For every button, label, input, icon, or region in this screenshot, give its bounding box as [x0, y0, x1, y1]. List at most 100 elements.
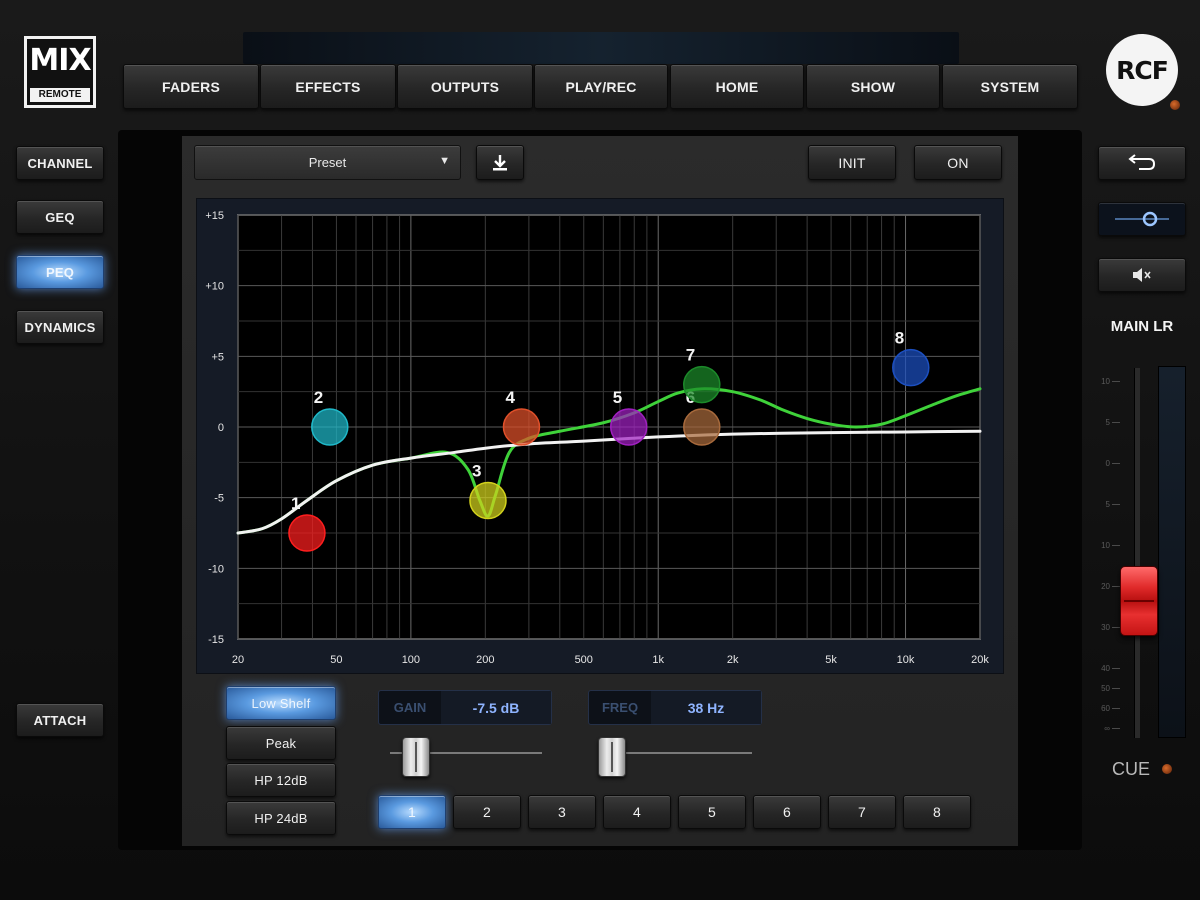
- fader-scale-label: 10: [1101, 377, 1110, 386]
- cue-led: [1162, 764, 1172, 774]
- rcf-logo: RCF: [1106, 34, 1178, 106]
- speaker-mute-icon: [1133, 268, 1151, 282]
- band-6-point[interactable]: [683, 408, 721, 446]
- band-1-label: 1: [291, 494, 300, 513]
- band-8-label: 8: [895, 329, 904, 348]
- on-button[interactable]: ON: [914, 145, 1002, 180]
- dynamics-button[interactable]: DYNAMICS: [16, 310, 104, 344]
- band-2-point[interactable]: [311, 408, 349, 446]
- band-1-button[interactable]: 1: [378, 795, 446, 829]
- nav-system[interactable]: SYSTEM: [942, 64, 1078, 109]
- band-7-label: 7: [686, 346, 695, 365]
- peq-button[interactable]: PEQ: [16, 255, 104, 289]
- x-tick-label: 500: [575, 654, 593, 666]
- band-2-button[interactable]: 2: [453, 795, 521, 829]
- band-2-label: 2: [314, 388, 323, 407]
- fader-scale-label: ∞: [1104, 724, 1110, 733]
- band-8-point[interactable]: [892, 348, 930, 387]
- fader-scale-label: 50: [1101, 684, 1110, 693]
- x-tick-label: 50: [330, 654, 342, 666]
- status-led: [1170, 100, 1180, 110]
- download-icon: [493, 154, 507, 170]
- band-4-button[interactable]: 4: [603, 795, 671, 829]
- gain-slider-knob[interactable]: [402, 737, 430, 777]
- band-8-button[interactable]: 8: [903, 795, 971, 829]
- y-tick-label: +10: [205, 281, 224, 293]
- x-tick-label: 100: [402, 654, 420, 666]
- nav-outputs[interactable]: OUTPUTS: [397, 64, 533, 109]
- band-5-button[interactable]: 5: [678, 795, 746, 829]
- logo-sub-text: REMOTE: [30, 88, 90, 102]
- filter-low-shelf-button[interactable]: Low Shelf: [226, 686, 336, 720]
- level-meter: [1158, 366, 1186, 738]
- fader-scale-tick: [1112, 728, 1120, 729]
- mix-remote-logo: MIX REMOTE: [24, 36, 96, 108]
- y-tick-label: -5: [214, 493, 224, 505]
- y-tick-label: 0: [218, 422, 224, 434]
- pan-control[interactable]: [1098, 202, 1186, 236]
- nav-faders[interactable]: FADERS: [123, 64, 259, 109]
- pan-slider-icon: [1115, 211, 1169, 227]
- attach-button[interactable]: ATTACH: [16, 703, 104, 737]
- band-3-point[interactable]: [469, 481, 507, 520]
- band-4-point[interactable]: [502, 408, 541, 446]
- main-fader-cap[interactable]: [1120, 566, 1158, 636]
- freq-slider-knob[interactable]: [598, 737, 626, 777]
- channel-name: MAIN LR: [1110, 318, 1174, 335]
- fader-scale-tick: [1112, 504, 1120, 505]
- fader-scale-tick: [1112, 668, 1120, 669]
- x-tick-label: 20k: [971, 654, 989, 666]
- return-arrow-icon: [1128, 154, 1156, 170]
- eq-graph[interactable]: 20 50 100 200 500 1k 2k 5k 10k 20k +15 +10 +5 0 -5 -10 -…: [196, 198, 1004, 674]
- preset-select[interactable]: Preset ▼: [194, 145, 461, 180]
- x-tick-label: 200: [476, 654, 494, 666]
- fader-scale-label: 0: [1105, 459, 1110, 468]
- fader-scale-label: 5: [1105, 418, 1110, 427]
- x-tick-label: 5k: [825, 654, 837, 666]
- nav-play-rec[interactable]: PLAY/REC: [534, 64, 668, 109]
- nav-home[interactable]: HOME: [670, 64, 804, 109]
- band-1-point[interactable]: [288, 514, 326, 552]
- mute-button[interactable]: [1098, 258, 1186, 292]
- y-tick-label: +15: [205, 210, 224, 222]
- band-7-point[interactable]: [683, 365, 721, 404]
- band-3-button[interactable]: 3: [528, 795, 596, 829]
- geq-button[interactable]: GEQ: [16, 200, 104, 234]
- fader-scale-label: 5: [1105, 500, 1110, 509]
- band-3-label: 3: [472, 461, 481, 480]
- nav-show[interactable]: SHOW: [806, 64, 940, 109]
- band-5-point[interactable]: [609, 408, 648, 446]
- chevron-down-icon: ▼: [439, 155, 450, 167]
- freq-label: FREQ: [601, 700, 639, 715]
- y-tick-label: +5: [211, 351, 224, 363]
- gain-readout: GAIN -7.5 dB: [378, 690, 552, 725]
- fader-track[interactable]: [1134, 368, 1140, 738]
- x-tick-label: 20: [232, 654, 244, 666]
- fader-scale-label: 40: [1101, 664, 1110, 673]
- fader-scale-label: 60: [1101, 704, 1110, 713]
- band-6-button[interactable]: 6: [753, 795, 821, 829]
- fader-scale-label: 10: [1101, 541, 1110, 550]
- freq-readout: FREQ 38 Hz: [588, 690, 762, 725]
- save-preset-button[interactable]: [476, 145, 524, 180]
- back-button[interactable]: [1098, 146, 1186, 180]
- fader-scale-tick: [1112, 545, 1120, 546]
- band-4-label: 4: [505, 388, 515, 407]
- channel-button[interactable]: CHANNEL: [16, 146, 104, 180]
- fader-scale-tick: [1112, 586, 1120, 587]
- fader-scale-tick: [1112, 463, 1120, 464]
- y-tick-label: -15: [208, 634, 224, 646]
- fader-scale-label: 20: [1101, 582, 1110, 591]
- fader-scale-tick: [1112, 688, 1120, 689]
- x-tick-label: 1k: [652, 654, 664, 666]
- filter-hp24-button[interactable]: HP 24dB: [226, 801, 336, 835]
- cue-label[interactable]: CUE: [1112, 759, 1150, 780]
- nav-effects[interactable]: EFFECTS: [260, 64, 396, 109]
- filter-peak-button[interactable]: Peak: [226, 726, 336, 760]
- preset-label: Preset: [308, 155, 347, 170]
- band-7-button[interactable]: 7: [828, 795, 896, 829]
- fader-scale-tick: [1112, 627, 1120, 628]
- fader-scale-tick: [1112, 381, 1120, 382]
- filter-hp12-button[interactable]: HP 12dB: [226, 763, 336, 797]
- init-button[interactable]: INIT: [808, 145, 896, 180]
